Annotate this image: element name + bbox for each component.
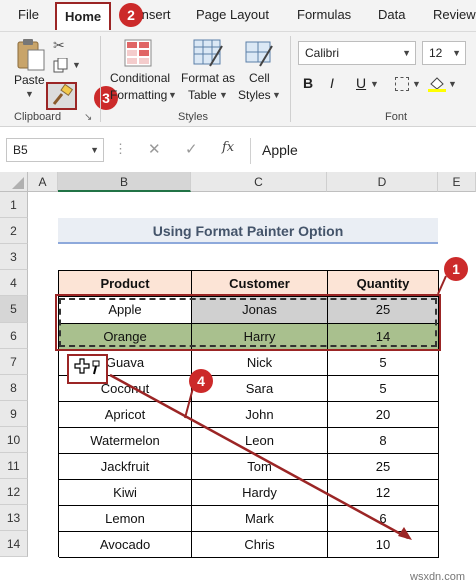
annotation-arrows: [109, 275, 447, 540]
annotation-badge-4: 4: [189, 369, 213, 393]
drag-arrow-head: [398, 527, 412, 540]
badge-1-pointer: [437, 275, 447, 295]
watermark: wsxdn.com: [410, 571, 466, 583]
drag-arrow: [109, 373, 409, 540]
badge-4-pointer: [184, 387, 194, 419]
